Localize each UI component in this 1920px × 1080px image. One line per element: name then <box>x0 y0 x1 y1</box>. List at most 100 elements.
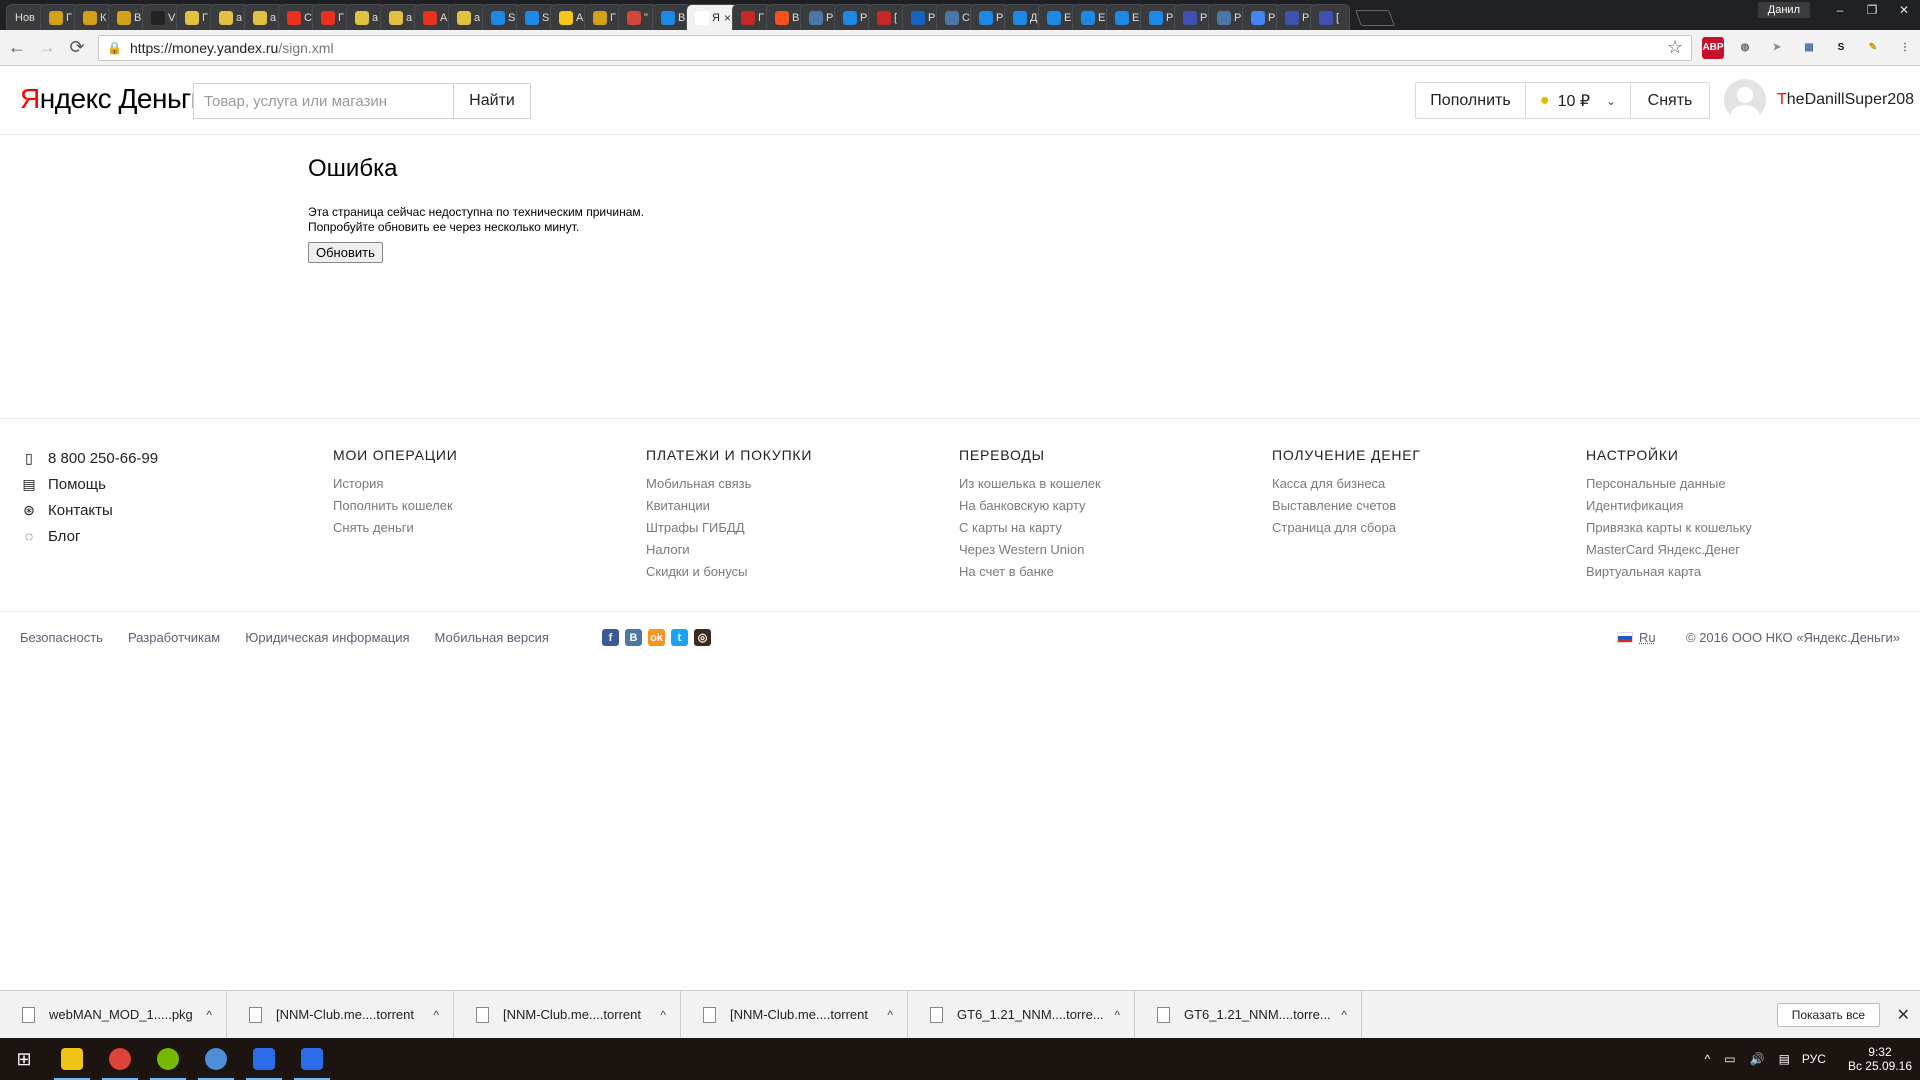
site-footer: ▯ 8 800 250-66-99 ▤ Помощь ⊛ Контакты ◌ Блог МО… <box>0 418 1920 612</box>
language-switcher[interactable]: Ru <box>1617 630 1656 645</box>
close-downloads-icon[interactable]: ✕ <box>1897 1005 1910 1025</box>
taskbar-app-file-explorer[interactable] <box>48 1038 96 1080</box>
chevron-up-icon[interactable]: ^ <box>206 1008 212 1022</box>
tab-title: " <box>644 11 648 24</box>
taskbar-app-utorrent[interactable] <box>144 1038 192 1080</box>
new-tab-button[interactable] <box>1355 10 1395 26</box>
social-icon[interactable]: В <box>625 629 642 646</box>
footer-link[interactable]: С карты на карту <box>959 517 1101 539</box>
footer-link[interactable]: Мобильная связь <box>646 473 812 495</box>
download-item[interactable]: GT6_1.21_NNM....torre... ^ <box>1135 990 1362 1039</box>
footer-link[interactable]: Выставление счетов <box>1272 495 1421 517</box>
footer-link[interactable]: Персональные данные <box>1586 473 1752 495</box>
footer-bottom-link[interactable]: Разработчикам <box>128 630 220 645</box>
search-input[interactable] <box>193 83 453 119</box>
taskbar-app-browser[interactable] <box>192 1038 240 1080</box>
withdraw-button[interactable]: Снять <box>1631 83 1709 118</box>
footer-link[interactable]: Штрафы ГИБДД <box>646 517 812 539</box>
reload-button[interactable]: ⟳ <box>64 35 90 61</box>
tab-title: Г <box>338 11 344 24</box>
footer-contact-item[interactable]: ▯ 8 800 250-66-99 <box>20 445 158 471</box>
clock[interactable]: 9:32 Вс 25.09.16 <box>1848 1045 1912 1073</box>
extension-icon[interactable]: ⋮ <box>1894 36 1916 59</box>
balance-dropdown[interactable]: ● 10 ₽ ⌄ <box>1526 83 1631 118</box>
footer-link[interactable]: Пополнить кошелек <box>333 495 458 517</box>
social-icon[interactable]: ok <box>648 629 665 646</box>
footer-contact-item[interactable]: ◌ Блог <box>20 523 158 549</box>
extension-icon[interactable]: ➤ <box>1766 36 1788 59</box>
chevron-up-icon[interactable]: ^ <box>660 1008 666 1022</box>
footer-link[interactable]: Виртуальная карта <box>1586 561 1752 583</box>
chevron-up-icon[interactable]: ^ <box>433 1008 439 1022</box>
browser-tab[interactable]: Я × <box>686 4 738 30</box>
footer-link[interactable]: Через Western Union <box>959 539 1101 561</box>
footer-link[interactable]: Страница для сбора <box>1272 517 1421 539</box>
footer-link[interactable]: История <box>333 473 458 495</box>
footer-column-title: ПЛАТЕЖИ И ПОКУПКИ <box>646 447 813 463</box>
download-item[interactable]: [NNM-Club.me....torrent ^ <box>227 990 454 1039</box>
download-item[interactable]: [NNM-Club.me....torrent ^ <box>454 990 681 1039</box>
footer-link[interactable]: На счет в банке <box>959 561 1101 583</box>
footer-link[interactable]: Привязка карты к кошельку <box>1586 517 1752 539</box>
social-icon[interactable]: ◎ <box>694 629 711 646</box>
tab-favicon-icon <box>151 10 165 25</box>
social-icon[interactable]: f <box>602 629 619 646</box>
close-window-button[interactable]: ✕ <box>1888 0 1920 20</box>
footer-bottom-link[interactable]: Юридическая информация <box>245 630 409 645</box>
back-button[interactable]: ← <box>4 35 30 61</box>
start-button[interactable]: ⊞ <box>0 1038 48 1080</box>
search-button[interactable]: Найти <box>453 83 531 119</box>
footer-link[interactable]: Налоги <box>646 539 812 561</box>
extension-icon[interactable]: ABP <box>1702 36 1724 59</box>
footer-link[interactable]: На банковскую карту <box>959 495 1101 517</box>
taskbar-app-app-blue-1[interactable] <box>240 1038 288 1080</box>
footer-contact-item[interactable]: ⊛ Контакты <box>20 497 158 523</box>
footer-link[interactable]: MasterCard Яндекс.Денег <box>1586 539 1752 561</box>
forward-button[interactable]: → <box>34 35 60 61</box>
window-user-badge[interactable]: Данил <box>1757 2 1810 18</box>
download-item[interactable]: GT6_1.21_NNM....torre... ^ <box>908 990 1135 1039</box>
extension-icon[interactable]: ◍ <box>1734 36 1756 59</box>
tab-close-icon[interactable]: × <box>724 11 731 25</box>
url-path: /sign.xml <box>278 39 334 56</box>
topup-button[interactable]: Пополнить <box>1416 83 1526 118</box>
chevron-up-icon[interactable]: ^ <box>1341 1008 1347 1022</box>
tray-icon[interactable]: 🔊 <box>1750 1052 1765 1066</box>
bookmark-star-icon[interactable]: ☆ <box>1667 37 1683 58</box>
minimize-button[interactable]: – <box>1824 0 1856 20</box>
footer-contact-item[interactable]: ▤ Помощь <box>20 471 158 497</box>
footer-link[interactable]: Скидки и бонусы <box>646 561 812 583</box>
avatar[interactable] <box>1724 79 1766 121</box>
show-all-downloads-button[interactable]: Показать все <box>1776 1003 1880 1027</box>
tray-icon[interactable]: ▤ <box>1779 1052 1790 1066</box>
footer-bottom-link[interactable]: Мобильная версия <box>435 630 549 645</box>
browser-tab[interactable]: [ <box>1310 4 1350 30</box>
yandex-money-logo[interactable]: Яндекс Деньги <box>20 83 206 115</box>
input-language[interactable]: РУС <box>1802 1052 1826 1066</box>
footer-link[interactable]: Снять деньги <box>333 517 458 539</box>
chevron-up-icon[interactable]: ^ <box>887 1008 893 1022</box>
taskbar-app-chrome[interactable] <box>96 1038 144 1080</box>
extension-icon[interactable]: ✎ <box>1862 36 1884 59</box>
tab-favicon-icon <box>559 10 573 25</box>
extension-icon[interactable]: S <box>1830 36 1852 59</box>
refresh-button[interactable]: Обновить <box>308 242 383 263</box>
taskbar-app-app-blue-2[interactable] <box>288 1038 336 1080</box>
address-bar[interactable]: 🔒 https://money.yandex.ru/sign.xml ☆ <box>98 34 1692 61</box>
tray-icon[interactable]: ^ <box>1705 1052 1711 1066</box>
maximize-button[interactable]: ❐ <box>1856 0 1888 20</box>
footer-bottom-link[interactable]: Безопасность <box>20 630 103 645</box>
username-link[interactable]: TheDanillSuper208 <box>1777 91 1914 109</box>
footer-link[interactable]: Касса для бизнеса <box>1272 473 1421 495</box>
download-item[interactable]: [NNM-Club.me....torrent ^ <box>681 990 908 1039</box>
chevron-up-icon[interactable]: ^ <box>1114 1008 1120 1022</box>
download-item[interactable]: webMAN_MOD_1.....pkg ^ <box>0 990 227 1039</box>
social-icon[interactable]: t <box>671 629 688 646</box>
tab-favicon-icon <box>1149 10 1163 25</box>
footer-link[interactable]: Из кошелька в кошелек <box>959 473 1101 495</box>
tab-favicon-icon <box>185 10 199 25</box>
tray-icon[interactable]: ▭ <box>1724 1052 1735 1066</box>
extension-icon[interactable]: ▦ <box>1798 36 1820 59</box>
footer-link[interactable]: Квитанции <box>646 495 812 517</box>
footer-link[interactable]: Идентификация <box>1586 495 1752 517</box>
